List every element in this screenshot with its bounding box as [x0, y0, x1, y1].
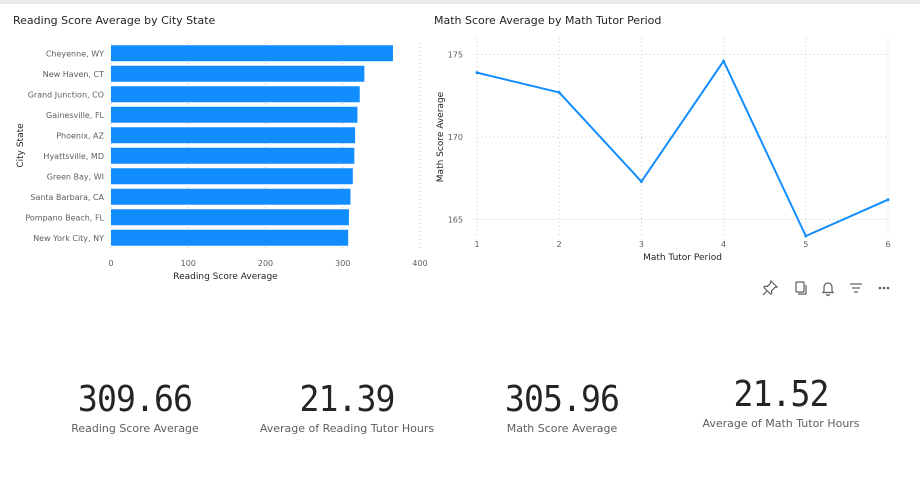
kpi-label: Average of Math Tutor Hours [702, 417, 860, 430]
kpi-card-reading-score[interactable]: 309.66 Reading Score Average [45, 380, 225, 436]
y-tick-label: New Haven, CT [43, 70, 104, 79]
copy-icon[interactable] [790, 278, 810, 298]
visual-header-toolbar [760, 278, 900, 298]
kpi-label: Math Score Average [506, 422, 618, 435]
y-tick-label: Hyattsville, MD [43, 152, 104, 161]
y-axis-title: Math Score Average [436, 91, 446, 182]
y-tick-label: Green Bay, WI [47, 172, 104, 181]
bar [111, 65, 365, 82]
bar-chart-svg: 0 100 200 300 400Cheyenne, WYNew Haven, CTGr… [16, 43, 428, 282]
kpi-label: Average of Reading Tutor Hours [259, 422, 435, 435]
bar [111, 127, 356, 144]
y-tick-label: Cheyenne, WY [46, 49, 104, 58]
bar-chart-visual[interactable]: Reading Score Average by City State 0 100… [0, 0, 430, 290]
bar [111, 147, 355, 164]
bar [111, 86, 360, 103]
line-chart-svg: 165 170 175 1 2 3 4 5 6 Math Tutor Period Math Sco… [436, 38, 891, 263]
bar [111, 45, 393, 62]
data-point [804, 234, 808, 238]
bar [111, 188, 351, 205]
x-axis-title: Math Tutor Period [643, 253, 722, 263]
y-tick-label: Grand Junction, CO [28, 90, 104, 99]
kpi-card-reading-tutor-hours[interactable]: 21.39 Average of Reading Tutor Hours [247, 380, 447, 436]
x-tick-label: 0 [108, 259, 113, 268]
x-tick-label: 5 [803, 240, 808, 249]
x-tick-label: 2 [557, 240, 562, 249]
x-tick-label: 200 [258, 259, 273, 268]
bar [111, 168, 353, 185]
y-tick-label: 175 [448, 51, 463, 60]
bell-icon[interactable] [818, 278, 838, 298]
y-tick-label: 170 [448, 133, 463, 142]
data-point [639, 180, 643, 184]
pin-icon[interactable] [760, 278, 780, 298]
kpi-value: 21.39 [299, 379, 395, 420]
bar [111, 229, 349, 246]
more-icon[interactable] [874, 278, 894, 298]
x-tick-label: 6 [885, 240, 890, 249]
data-point [557, 90, 561, 94]
series-line [476, 60, 889, 237]
x-tick-label: 1 [474, 240, 479, 249]
kpi-value: 309.66 [77, 379, 193, 420]
x-axis-title: Reading Score Average [173, 272, 278, 282]
kpi-value: 21.52 [733, 374, 829, 415]
x-tick-label: 100 [181, 259, 196, 268]
line-chart-visual[interactable]: Math Score Average by Math Tutor Period … [426, 0, 920, 270]
y-axis-title: City State [16, 123, 26, 168]
data-point [722, 59, 726, 63]
kpi-value: 305.96 [504, 379, 620, 420]
kpi-label: Reading Score Average [71, 422, 199, 435]
y-tick-label: New York City, NY [33, 234, 104, 243]
y-tick-label: 165 [448, 216, 463, 225]
x-tick-label: 300 [335, 259, 350, 268]
x-tick-label: 4 [721, 240, 726, 249]
kpi-card-math-score[interactable]: 305.96 Math Score Average [472, 380, 652, 436]
bar [111, 209, 349, 226]
y-tick-label: Phoenix, AZ [56, 131, 104, 140]
filter-icon[interactable] [846, 278, 866, 298]
x-tick-label: 3 [639, 240, 644, 249]
y-tick-label: Pompano Beach, FL [25, 213, 104, 222]
data-point [475, 71, 479, 75]
kpi-card-math-tutor-hours[interactable]: 21.52 Average of Math Tutor Hours [686, 375, 876, 431]
y-tick-label: Santa Barbara, CA [30, 193, 104, 202]
y-tick-label: Gainesville, FL [46, 111, 104, 120]
data-point [886, 198, 890, 202]
bar [111, 106, 358, 123]
